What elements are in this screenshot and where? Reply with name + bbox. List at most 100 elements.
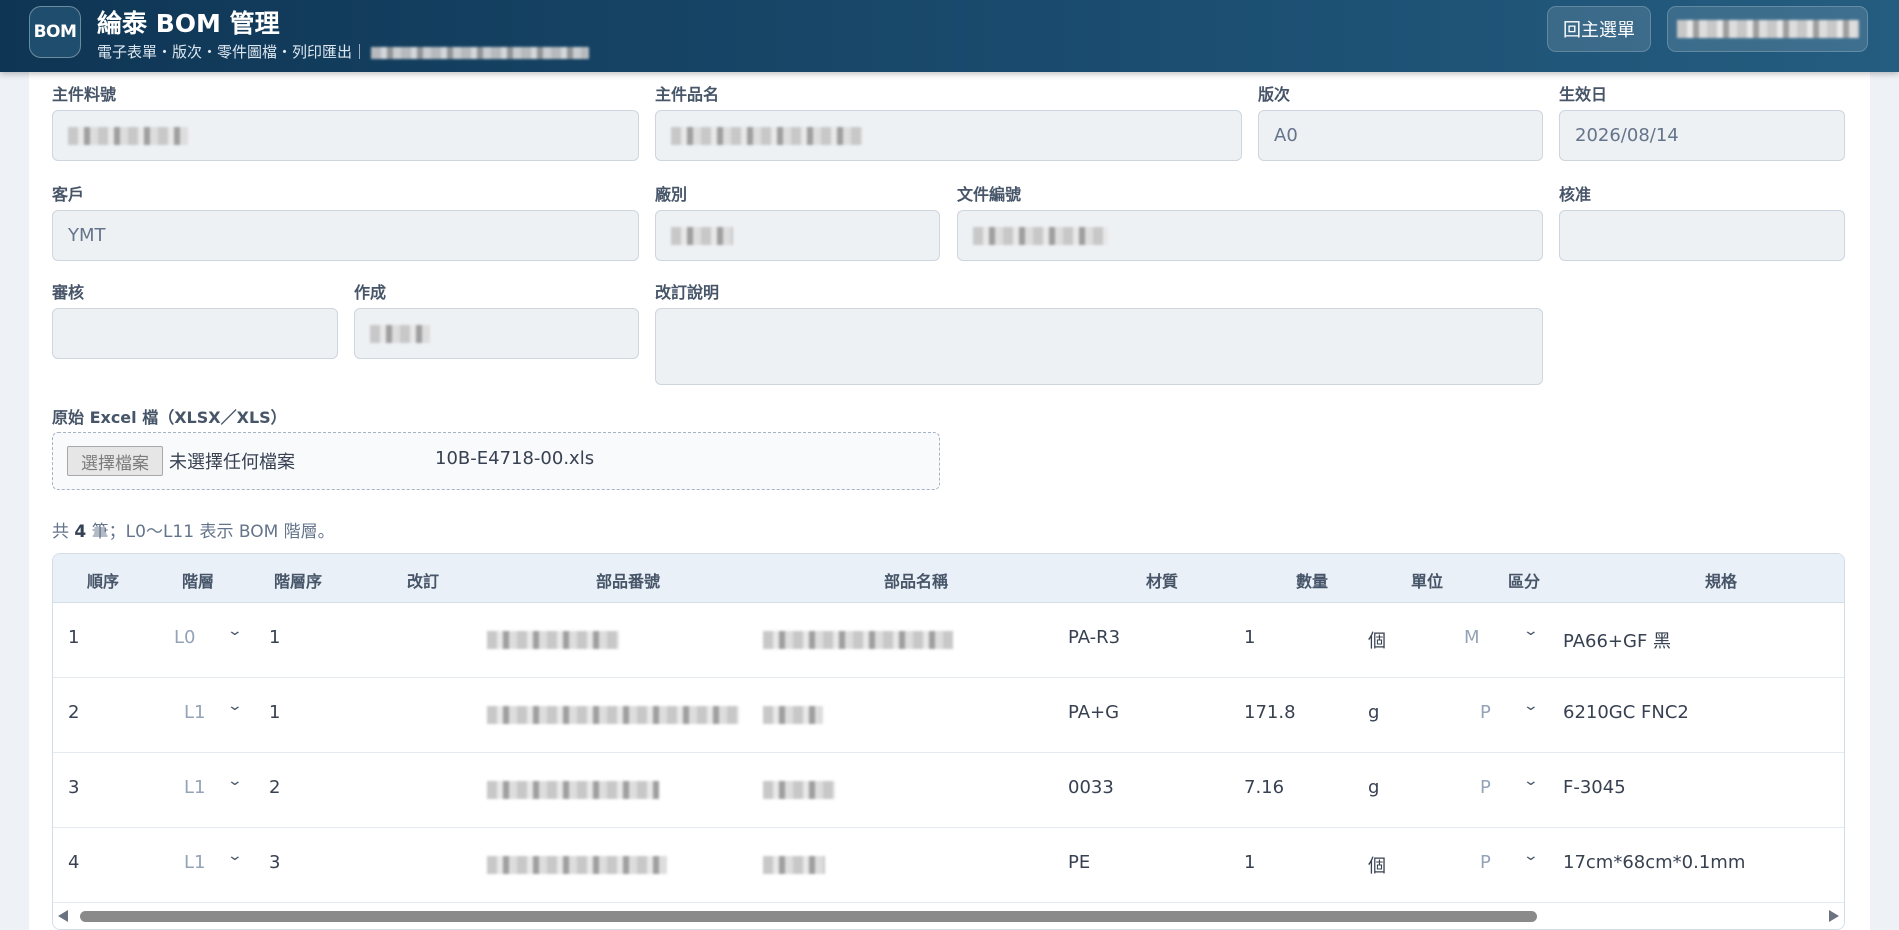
cell-material[interactable]: PA+G	[1068, 702, 1119, 723]
chevron-down-icon[interactable]: ⌄	[227, 698, 243, 714]
cell-material[interactable]: 0033	[1068, 777, 1114, 798]
cell-unit[interactable]: 個	[1368, 627, 1386, 653]
redacted-part-no	[487, 706, 739, 724]
excel-file-dropzone[interactable]: 選擇檔案 未選擇任何檔案 10B-E4718-00.xls	[52, 432, 940, 490]
level-select[interactable]: L1	[184, 702, 205, 723]
chevron-down-icon[interactable]: ⌄	[1523, 623, 1539, 639]
effective-date-field[interactable]: 2026/08/14	[1559, 110, 1845, 161]
chevron-down-icon[interactable]: ⌄	[1523, 698, 1539, 714]
cell-level-seq: 1	[269, 627, 281, 648]
review-field[interactable]	[52, 308, 338, 359]
approval-label: 核准	[1559, 185, 1592, 204]
approval-field[interactable]	[1559, 210, 1845, 261]
cell-unit[interactable]: g	[1368, 702, 1379, 723]
cell-unit[interactable]: g	[1368, 777, 1379, 798]
level-select[interactable]: L1	[184, 777, 205, 798]
review-label: 審核	[52, 283, 85, 302]
cell-seq: 4	[68, 852, 80, 873]
main-part-no-label: 主件料號	[52, 85, 117, 104]
category-select[interactable]: P	[1480, 702, 1491, 723]
cell-material[interactable]: PE	[1068, 852, 1090, 873]
customer-field[interactable]: YMT	[52, 210, 639, 261]
app-logo: BOM	[29, 6, 81, 58]
level-select[interactable]: L0	[174, 627, 195, 648]
col-part-no: 部品番號	[595, 572, 660, 591]
revision-note-label: 改訂說明	[655, 283, 720, 302]
col-part-name: 部品名稱	[883, 572, 948, 591]
version-label: 版次	[1258, 85, 1291, 104]
cell-material[interactable]: PA-R3	[1068, 627, 1120, 648]
redacted-part-name	[763, 856, 825, 874]
redacted-text	[370, 324, 430, 343]
level-select[interactable]: L1	[184, 852, 205, 873]
redacted-text	[973, 226, 1108, 245]
redacted-part-name	[763, 631, 953, 649]
redacted-part-no	[487, 631, 619, 649]
chevron-down-icon[interactable]: ⌄	[1523, 773, 1539, 789]
redacted-text	[1676, 20, 1859, 38]
cell-spec[interactable]: PA66+GF 黑	[1563, 627, 1671, 653]
cell-quantity[interactable]: 1	[1244, 627, 1255, 648]
excel-file-label: 原始 Excel 檔（XLSX／XLS）	[52, 408, 287, 427]
cell-seq: 1	[68, 627, 80, 648]
col-level-seq: 階層序	[273, 572, 322, 591]
choose-file-button[interactable]: 選擇檔案	[67, 446, 163, 476]
chevron-down-icon[interactable]: ⌄	[227, 848, 243, 864]
main-part-name-field[interactable]	[655, 110, 1242, 161]
redacted-text	[671, 126, 863, 145]
doc-no-field[interactable]	[957, 210, 1543, 261]
doc-no-label: 文件編號	[957, 185, 1022, 204]
customer-label: 客戶	[52, 185, 85, 204]
col-spec: 規格	[1704, 572, 1737, 591]
col-quantity: 數量	[1295, 572, 1328, 591]
cell-unit[interactable]: 個	[1368, 852, 1386, 878]
author-field[interactable]	[354, 308, 639, 359]
category-select[interactable]: M	[1464, 627, 1480, 648]
user-menu[interactable]	[1667, 6, 1868, 52]
app-title: 綸泰 BOM 管理	[97, 9, 280, 38]
category-select[interactable]: P	[1480, 777, 1491, 798]
main-part-no-field[interactable]	[52, 110, 639, 161]
chevron-down-icon[interactable]: ⌄	[1523, 848, 1539, 864]
table-row: 3 L1 ⌄ 2 0033 7.16 g P ⌄ F-3045	[53, 753, 1844, 828]
cell-quantity[interactable]: 171.8	[1244, 702, 1296, 723]
cell-level-seq: 2	[269, 777, 281, 798]
cell-spec[interactable]: F-3045	[1563, 777, 1626, 798]
redacted-text	[68, 126, 188, 145]
home-button[interactable]: 回主選單	[1547, 6, 1651, 52]
cell-seq: 2	[68, 702, 80, 723]
col-material: 材質	[1145, 572, 1178, 591]
category-select[interactable]: P	[1480, 852, 1491, 873]
table-row: 4 L1 ⌄ 3 PE 1 個 P ⌄ 17cm*68cm*0.1mm	[53, 828, 1844, 903]
scroll-right-arrow-icon[interactable]	[1829, 910, 1839, 922]
redacted-text	[371, 46, 590, 59]
author-label: 作成	[354, 283, 387, 302]
factory-field[interactable]	[655, 210, 940, 261]
cell-quantity[interactable]: 7.16	[1244, 777, 1284, 798]
main-part-name-label: 主件品名	[655, 85, 720, 104]
app-header: BOM 綸泰 BOM 管理 電子表單・版次・零件圖檔・列印匯出｜ 回主選單	[0, 0, 1899, 72]
col-revision: 改訂	[406, 572, 439, 591]
version-field[interactable]: A0	[1258, 110, 1543, 161]
redacted-part-no	[487, 781, 659, 799]
app-subtitle: 電子表單・版次・零件圖檔・列印匯出｜	[97, 41, 590, 62]
col-category: 區分	[1507, 572, 1540, 591]
table-row: 1 L0 ⌄ 1 PA-R3 1 個 M ⌄ PA66+GF 黑	[53, 603, 1844, 678]
cell-spec[interactable]: 17cm*68cm*0.1mm	[1563, 852, 1745, 873]
current-file-name: 10B-E4718-00.xls	[435, 448, 595, 469]
redacted-part-no	[487, 856, 667, 874]
cell-level-seq: 1	[269, 702, 281, 723]
horizontal-scrollbar[interactable]	[53, 903, 1844, 929]
cell-seq: 3	[68, 777, 80, 798]
cell-quantity[interactable]: 1	[1244, 852, 1255, 873]
scroll-left-arrow-icon[interactable]	[58, 910, 68, 922]
revision-note-textarea[interactable]	[655, 308, 1543, 385]
chevron-down-icon[interactable]: ⌄	[227, 773, 243, 789]
chevron-down-icon[interactable]: ⌄	[227, 623, 243, 639]
cell-spec[interactable]: 6210GC FNC2	[1563, 702, 1689, 723]
col-level: 階層	[181, 572, 214, 591]
table-header: 順序 階層 階層序 改訂 部品番號 部品名稱 材質 數量 單位 區分 規格	[53, 554, 1844, 603]
scrollbar-thumb[interactable]	[80, 911, 1537, 922]
table-row: 2 L1 ⌄ 1 PA+G 171.8 g P ⌄ 6210GC FNC2	[53, 678, 1844, 753]
col-seq: 順序	[86, 572, 119, 591]
